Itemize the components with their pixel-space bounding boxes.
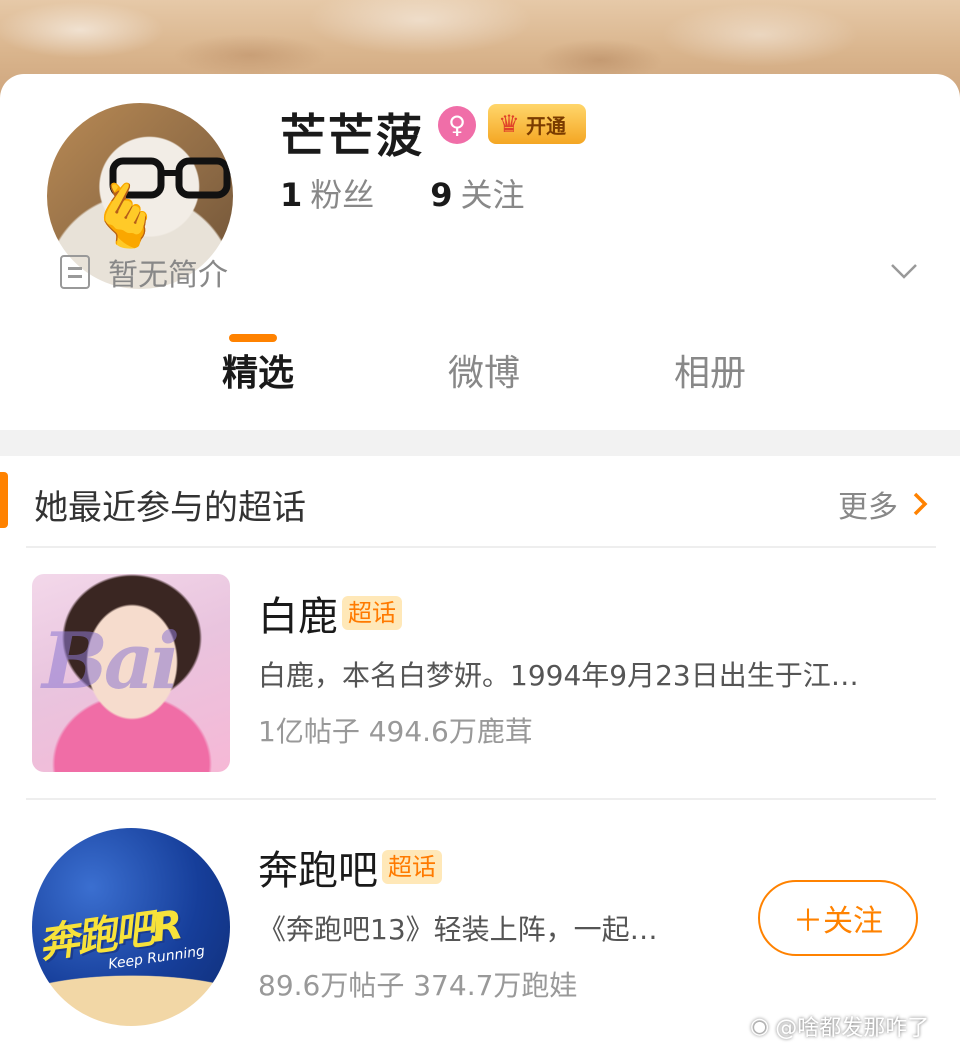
crown-icon: ♛ — [498, 110, 520, 138]
super-topic-badge: 超话 — [382, 850, 442, 884]
section-title: 她最近参与的超话 — [34, 488, 306, 528]
watermark-credit: ◉ @啥都发那咋了 — [750, 1010, 929, 1042]
profile-header: 🫰 芒芒菠 ♀ ♛ 开通 1 粉丝 9 关注 暂无简介 精选 微博 相册 — [0, 74, 960, 430]
more-label: 更多 — [838, 490, 898, 525]
bio-text: 暂无简介 — [108, 258, 228, 293]
topic-stats: 89.6万帖子 374.7万跑娃 — [258, 969, 578, 1002]
topic-name: 奔跑吧 超话 — [258, 838, 442, 896]
tab-album[interactable]: 相册 — [640, 344, 780, 396]
divider — [26, 546, 936, 548]
following-count: 9 — [430, 176, 453, 214]
profile-tabs: 精选 微博 相册 — [0, 344, 960, 424]
vip-label: 开通 — [526, 113, 566, 138]
tab-weibo[interactable]: 微博 — [414, 344, 554, 396]
username[interactable]: 芒芒菠 — [280, 100, 424, 166]
super-topic-badge: 超话 — [342, 596, 402, 630]
topic-description: 《奔跑吧13》轻装上阵，一起… — [258, 913, 658, 946]
super-topics-section: 她最近参与的超话 更多 Bai 白鹿 超话 白鹿，本名白梦妍。1994年9月23… — [0, 456, 960, 1048]
document-icon — [60, 255, 90, 289]
vip-open-button[interactable]: ♛ 开通 — [488, 104, 586, 144]
topic-title: 白鹿 — [258, 594, 338, 640]
thumbnail-text: Bai — [42, 616, 180, 707]
followers-stat[interactable]: 1 粉丝 — [280, 170, 374, 216]
list-item[interactable]: Bai 白鹿 超话 白鹿，本名白梦妍。1994年9月23日出生于江… 1亿帖子 … — [0, 564, 960, 784]
profile-stats: 1 粉丝 9 关注 — [280, 170, 525, 216]
chevron-down-icon[interactable] — [890, 256, 918, 284]
followers-count: 1 — [280, 176, 303, 214]
list-item[interactable]: 奔跑吧R Keep Running 奔跑吧 超话 《奔跑吧13》轻装上阵，一起…… — [0, 818, 960, 1038]
bio-row[interactable]: 暂无简介 — [60, 250, 228, 294]
female-icon: ♀ — [438, 106, 476, 144]
section-divider — [0, 430, 960, 456]
divider — [26, 798, 936, 800]
section-accent-bar — [0, 472, 8, 528]
following-stat[interactable]: 9 关注 — [430, 170, 524, 216]
following-label: 关注 — [460, 176, 525, 214]
follow-button[interactable]: ＋关注 — [758, 880, 918, 956]
topic-description: 白鹿，本名白梦妍。1994年9月23日出生于江… — [258, 659, 859, 692]
active-tab-indicator — [229, 334, 277, 342]
chevron-right-icon — [913, 492, 928, 516]
finger-heart-icon: 🫰 — [87, 179, 165, 252]
topic-thumbnail[interactable]: Bai — [32, 574, 230, 772]
topic-stats: 1亿帖子 494.6万鹿茸 — [258, 715, 533, 748]
credit-text: @啥都发那咋了 — [775, 1016, 930, 1041]
more-link[interactable]: 更多 — [838, 482, 928, 526]
weibo-logo-icon: ◉ — [750, 1013, 770, 1039]
topic-name: 白鹿 超话 — [258, 584, 402, 642]
topic-thumbnail[interactable]: 奔跑吧R Keep Running — [32, 828, 230, 1026]
tab-featured[interactable]: 精选 — [188, 344, 328, 396]
topic-title: 奔跑吧 — [258, 848, 378, 894]
followers-label: 粉丝 — [310, 176, 375, 214]
